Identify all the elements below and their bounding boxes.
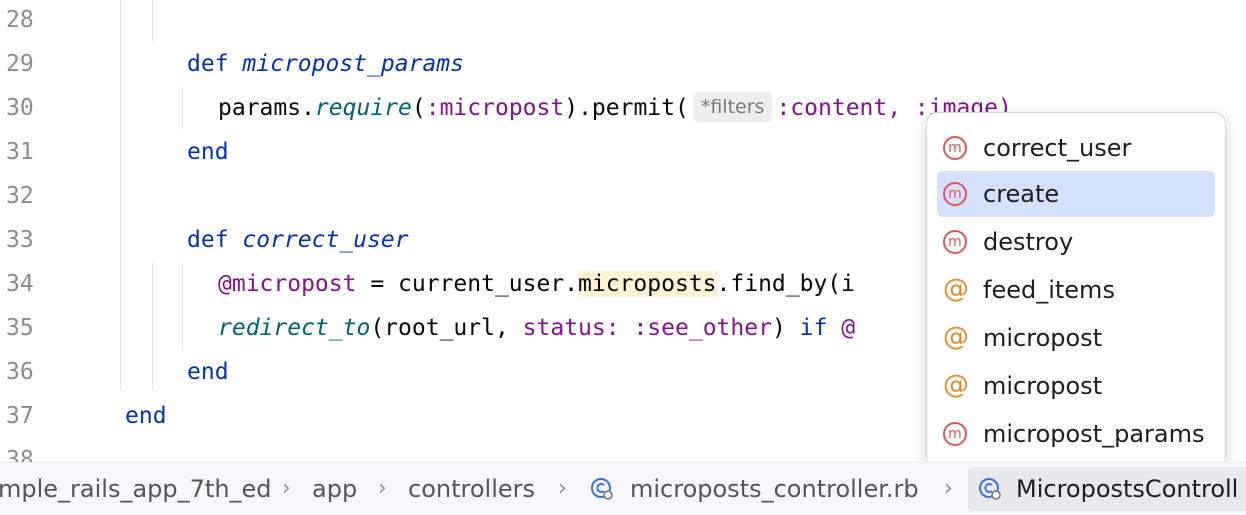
line-number: 35 [6,315,34,341]
line-number: 37 [6,403,34,429]
code-line: def micropost_params [187,51,464,77]
line-number: 33 [6,227,34,253]
breadcrumb-item-class[interactable]: MicropostsControll [1016,463,1238,515]
method-icon: m [943,182,967,206]
code-line: params.require(:micropost).permit(*filte… [218,86,1012,130]
indent-guide [182,86,183,130]
indent-guide [152,0,153,42]
breadcrumb-separator: › [944,476,953,501]
line-number: 28 [6,7,34,33]
completion-popup[interactable]: m correct_user m create m destroy @ feed… [926,112,1226,470]
code-line: def correct_user [187,227,409,253]
instance-variable-icon: @ [943,274,969,304]
completion-item-create[interactable]: m create [937,171,1215,217]
class-icon [979,478,1001,500]
breadcrumb-separator: › [378,476,387,501]
breadcrumb-item-controllers[interactable]: controllers [408,463,535,515]
line-number: 36 [6,359,34,385]
code-line: end [187,139,229,165]
completion-item-micropost-params[interactable]: m micropost_params [937,411,1215,457]
completion-item-destroy[interactable]: m destroy [937,219,1215,265]
completion-item-label: micropost [983,372,1103,400]
breadcrumb: mple_rails_app_7th_ed › app › controller… [0,462,1246,515]
line-number: 31 [6,139,34,165]
breadcrumb-item-app[interactable]: app [312,463,357,515]
line-number: 29 [6,51,34,77]
parameter-hint: *filters [692,92,773,122]
code-line: end [187,359,229,385]
completion-item-micropost[interactable]: @ micropost [937,363,1215,409]
completion-item-feed-items[interactable]: @ feed_items [937,267,1215,313]
instance-variable-icon: @ [943,370,969,400]
method-icon: m [943,230,967,254]
line-number: 32 [6,183,34,209]
code-line: @micropost = current_user.microposts.fin… [218,271,856,297]
indent-guide [182,262,183,350]
line-number: 38 [6,447,34,462]
indent-guide [152,262,153,390]
instance-variable-icon: @ [943,322,969,352]
method-icon: m [943,422,967,446]
indent-guide [120,0,121,390]
breadcrumb-separator: › [282,476,291,501]
breadcrumb-separator: › [558,476,567,501]
breadcrumb-item-project[interactable]: mple_rails_app_7th_ed [0,463,272,515]
code-line: end [125,403,167,429]
completion-item-label: micropost [983,324,1103,352]
code-line: redirect_to(root_url, status: :see_other… [218,315,856,341]
completion-item-label: feed_items [983,276,1115,304]
completion-item-label: create [983,180,1060,208]
completion-item-label: destroy [983,228,1074,256]
method-icon: m [943,136,967,160]
completion-item-label: correct_user [983,134,1132,162]
completion-item-label: micropost_params [983,420,1205,448]
class-file-icon [591,478,613,500]
breadcrumb-item-file[interactable]: microposts_controller.rb [630,463,919,515]
completion-item-correct-user[interactable]: m correct_user [937,125,1215,171]
highlighted-usage: microposts [578,271,717,297]
line-number: 30 [6,95,34,121]
line-number: 34 [6,271,34,297]
completion-item-micropost[interactable]: @ micropost [937,315,1215,361]
